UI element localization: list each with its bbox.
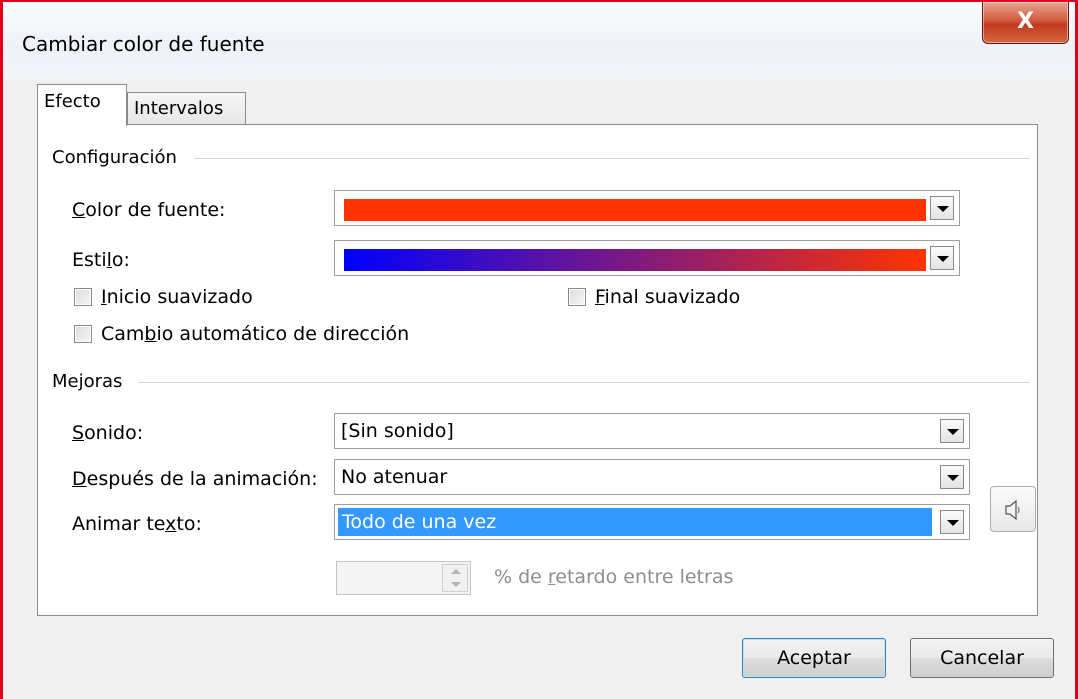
gradient-swatch — [344, 249, 926, 271]
checkbox-box[interactable] — [74, 325, 92, 343]
spin-up-icon[interactable] — [451, 569, 461, 574]
despues-animacion-select[interactable]: No atenuar — [334, 459, 970, 495]
sonido-label: Sonido: — [72, 422, 144, 444]
close-button[interactable]: X — [982, 2, 1069, 44]
animar-texto-label: Animar texto: — [72, 513, 202, 535]
dialog-client: Efecto Intervalos Configuración Color de… — [3, 80, 1075, 699]
dialog-window: Cambiar color de fuente X Efecto Interva… — [0, 0, 1078, 699]
final-suavizado-checkbox[interactable]: Final suavizado — [568, 286, 740, 308]
inicio-suavizado-label: Inicio suavizado — [101, 286, 253, 308]
tab-intervalos[interactable]: Intervalos — [127, 92, 246, 126]
color-fuente-label: Color de fuente: — [72, 199, 226, 221]
despues-animacion-value: No atenuar — [341, 466, 448, 488]
estilo-select[interactable] — [334, 240, 960, 276]
tab-panel-efecto: Configuración Color de fuente: Estilo: I… — [37, 124, 1038, 616]
color-fuente-select[interactable] — [334, 190, 960, 226]
section-divider — [138, 382, 1030, 383]
final-suavizado-label: Final suavizado — [595, 286, 741, 308]
spin-down-icon[interactable] — [451, 582, 461, 587]
retardo-label: % de retardo entre letras — [494, 566, 734, 588]
close-icon: X — [1017, 9, 1034, 34]
animar-texto-select[interactable]: Todo de una vez — [334, 504, 970, 540]
title-bar: Cambiar color de fuente X — [3, 2, 1075, 80]
chevron-down-icon[interactable] — [930, 246, 954, 270]
spinner-buttons[interactable] — [442, 564, 468, 592]
sonido-select[interactable]: [Sin sonido] — [334, 413, 970, 449]
cancelar-button[interactable]: Cancelar — [910, 638, 1054, 678]
retardo-spinner[interactable] — [336, 561, 471, 595]
dialog-title: Cambiar color de fuente — [22, 32, 265, 56]
tab-efecto[interactable]: Efecto — [37, 84, 127, 126]
inicio-suavizado-checkbox[interactable]: Inicio suavizado — [74, 286, 253, 308]
chevron-down-icon[interactable] — [940, 510, 964, 534]
sound-preview-button[interactable] — [990, 486, 1036, 532]
speaker-icon — [1005, 499, 1020, 521]
tab-label: Efecto — [44, 91, 101, 112]
chevron-down-icon[interactable] — [940, 419, 964, 443]
estilo-label: Estilo: — [72, 249, 130, 271]
aceptar-button[interactable]: Aceptar — [742, 638, 886, 678]
section-heading-mejoras: Mejoras — [52, 371, 123, 392]
chevron-down-icon[interactable] — [940, 465, 964, 489]
tab-label: Intervalos — [134, 98, 224, 119]
checkbox-box[interactable] — [74, 288, 92, 306]
cambio-direccion-checkbox[interactable]: Cambio automático de dirección — [74, 323, 409, 345]
section-heading-configuracion: Configuración — [52, 147, 177, 168]
despues-animacion-label: Después de la animación: — [72, 468, 318, 490]
chevron-down-icon[interactable] — [930, 196, 954, 220]
cambio-direccion-label: Cambio automático de dirección — [101, 323, 410, 345]
sonido-value: [Sin sonido] — [341, 420, 454, 442]
animar-texto-value: Todo de una vez — [342, 511, 497, 533]
section-divider — [194, 158, 1030, 159]
color-swatch — [344, 199, 926, 221]
checkbox-box[interactable] — [568, 288, 586, 306]
